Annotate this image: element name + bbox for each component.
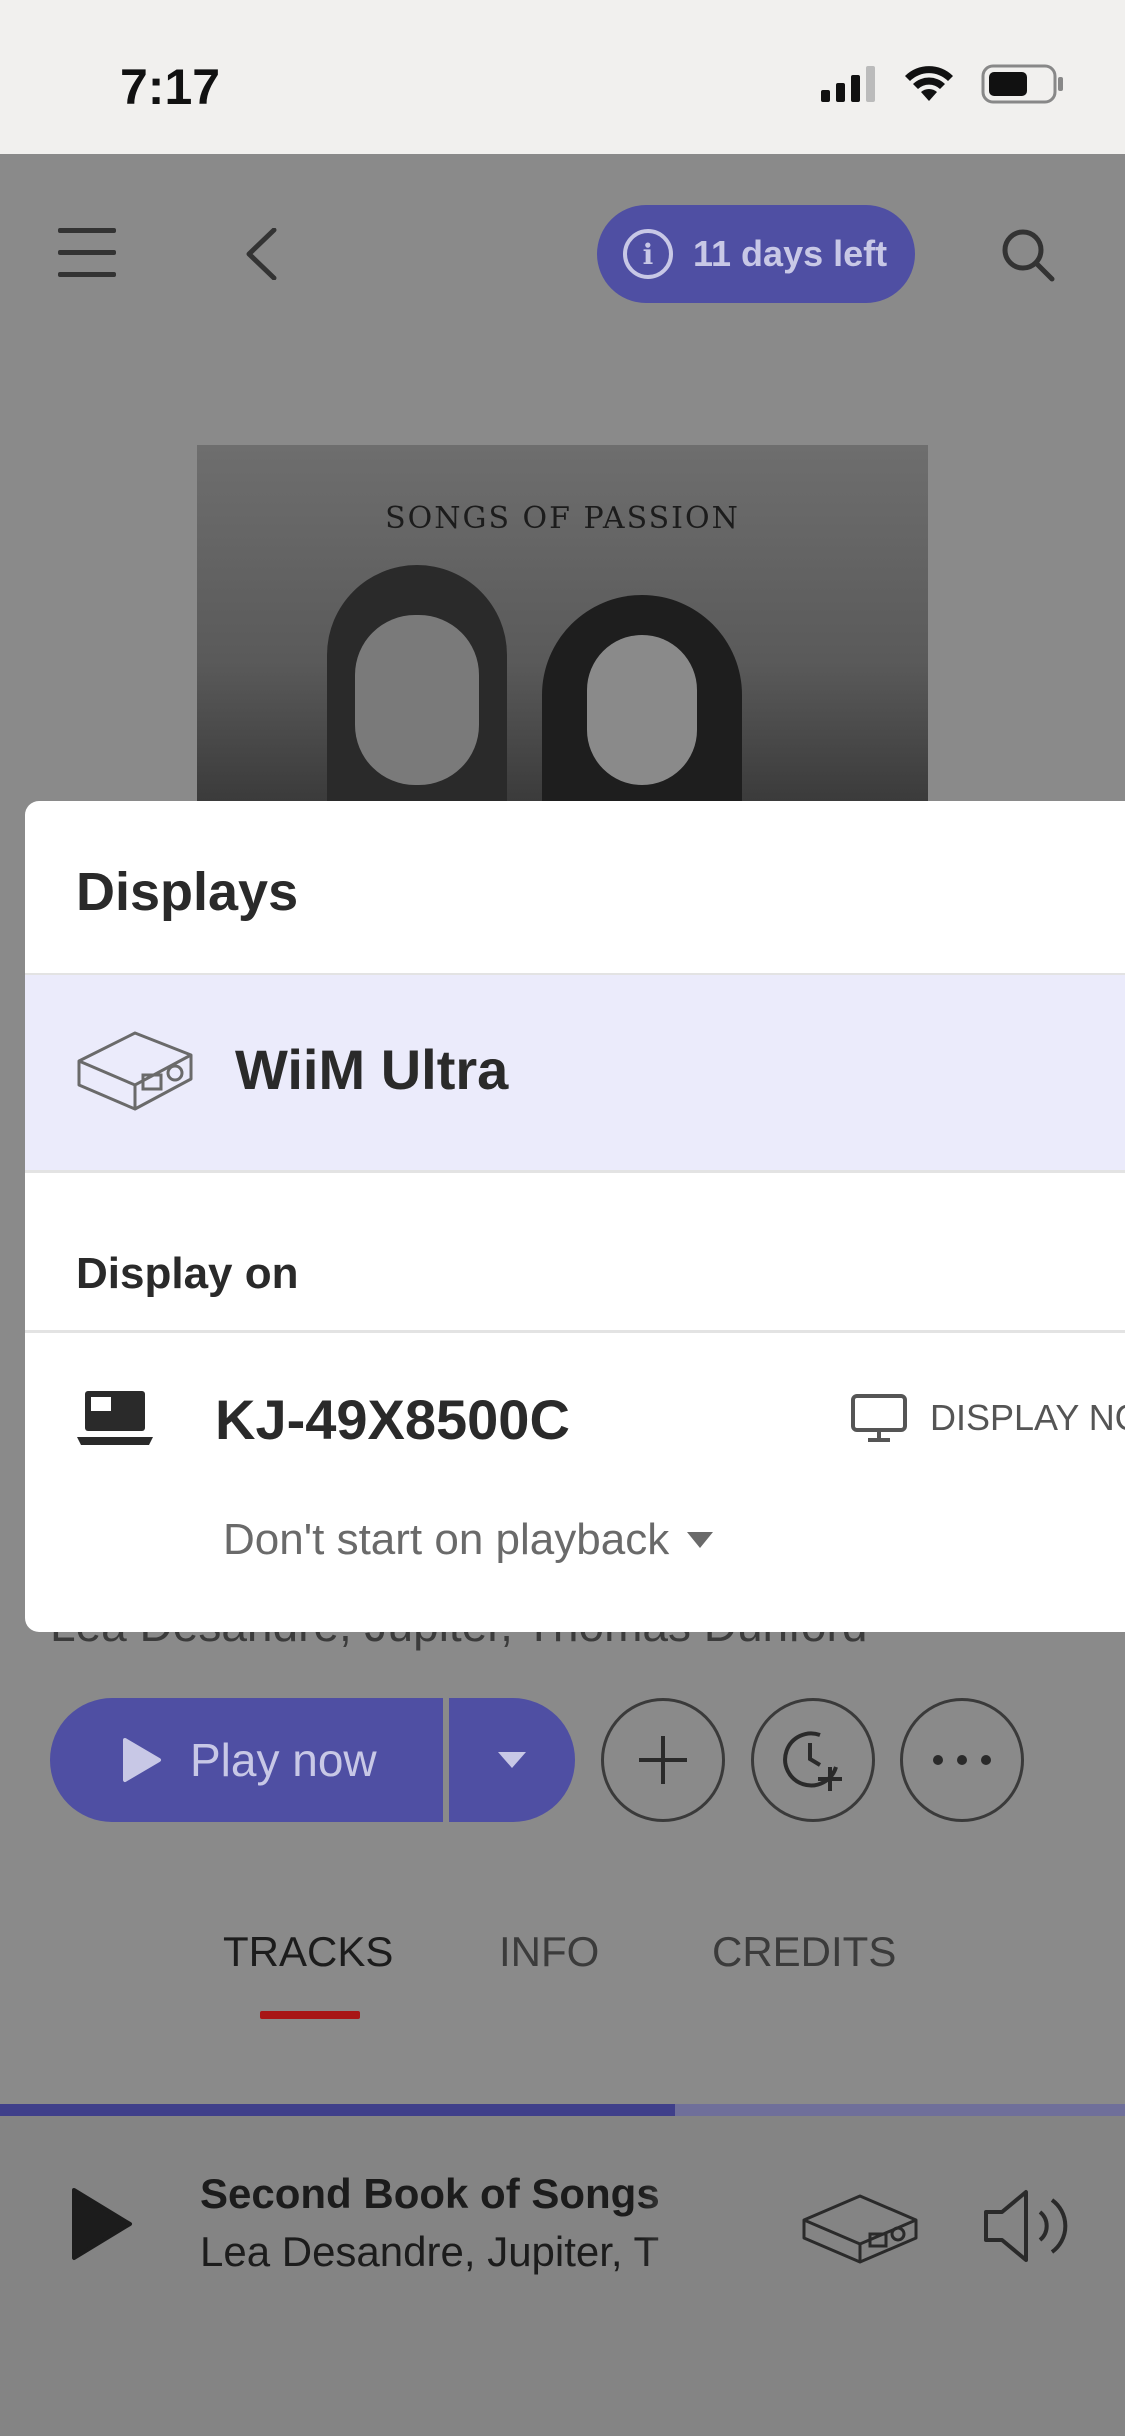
display-device-name[interactable]: KJ-49X8500C bbox=[215, 1387, 570, 1452]
search-icon[interactable] bbox=[1001, 228, 1055, 282]
sheet-title: Displays bbox=[76, 862, 299, 922]
trial-badge-label: 11 days left bbox=[693, 233, 888, 274]
info-icon: i bbox=[623, 229, 673, 279]
streamer-device-icon bbox=[77, 1031, 193, 1111]
cover-face-right bbox=[587, 635, 697, 785]
cover-face-left bbox=[355, 615, 479, 785]
volume-icon[interactable] bbox=[982, 2186, 1078, 2266]
divider bbox=[25, 1330, 1125, 1333]
playback-progress[interactable] bbox=[0, 2104, 1125, 2116]
add-button[interactable] bbox=[601, 1698, 725, 1822]
monitor-icon bbox=[851, 1394, 907, 1442]
album-tabs: TRACKS INFO CREDITS bbox=[0, 1928, 1125, 2008]
active-tab-indicator bbox=[260, 2011, 360, 2019]
back-icon[interactable] bbox=[244, 228, 278, 280]
schedule-add-button[interactable] bbox=[751, 1698, 875, 1822]
status-icons bbox=[821, 64, 1065, 104]
trial-badge-button[interactable]: i 11 days left bbox=[597, 205, 915, 303]
more-options-button[interactable] bbox=[900, 1698, 1024, 1822]
album-cover: SONGS OF PASSION bbox=[197, 445, 928, 805]
mini-player: Second Book of Songs Lea Desandre, Jupit… bbox=[0, 2116, 1125, 2436]
laptop-icon bbox=[77, 1391, 153, 1445]
menu-icon[interactable] bbox=[58, 226, 116, 278]
now-playing-artists[interactable]: Lea Desandre, Jupiter, T bbox=[200, 2228, 690, 2276]
clock-plus-icon bbox=[783, 1731, 842, 1791]
battery-icon bbox=[981, 64, 1063, 104]
status-time: 7:17 bbox=[120, 59, 221, 115]
signal-icon bbox=[821, 66, 875, 102]
displays-sheet: Displays WiiM Ultra Display on KJ-49X850… bbox=[25, 801, 1125, 1632]
wifi-icon bbox=[905, 66, 953, 101]
play-button-group: Play now bbox=[50, 1698, 575, 1822]
play-options-dropdown[interactable] bbox=[449, 1698, 575, 1822]
playback-progress-fill bbox=[0, 2104, 675, 2116]
tab-tracks[interactable]: TRACKS bbox=[223, 1928, 393, 1976]
status-bar: 7:17 bbox=[0, 0, 1125, 154]
album-cover-title: SONGS OF PASSION bbox=[385, 501, 740, 536]
play-now-label: Play now bbox=[190, 1734, 377, 1786]
section-label: Display on bbox=[76, 1249, 299, 1298]
tab-info[interactable]: INFO bbox=[499, 1928, 599, 1976]
more-icon bbox=[933, 1755, 991, 1765]
start-option-select[interactable]: Don't start on playback bbox=[223, 1515, 714, 1565]
device-icon[interactable] bbox=[800, 2190, 920, 2266]
device-row-selected[interactable]: WiiM Ultra bbox=[25, 975, 1125, 1170]
chevron-down-icon bbox=[498, 1752, 526, 1768]
play-now-button[interactable]: Play now bbox=[50, 1698, 443, 1822]
device-name: WiiM Ultra bbox=[235, 1038, 509, 1101]
display-now-label: DISPLAY NO bbox=[930, 1397, 1125, 1438]
start-option-value: Don't start on playback bbox=[223, 1515, 670, 1564]
caret-down-icon bbox=[687, 1532, 714, 1548]
now-playing-title[interactable]: Second Book of Songs bbox=[200, 2170, 700, 2218]
tab-credits[interactable]: CREDITS bbox=[712, 1928, 896, 1976]
play-icon[interactable] bbox=[70, 2186, 134, 2262]
text-fade bbox=[640, 2156, 730, 2286]
play-icon bbox=[123, 1738, 161, 1782]
divider bbox=[25, 1170, 1125, 1173]
display-now-button[interactable]: DISPLAY NO bbox=[850, 1393, 1125, 1443]
plus-icon bbox=[639, 1736, 687, 1784]
